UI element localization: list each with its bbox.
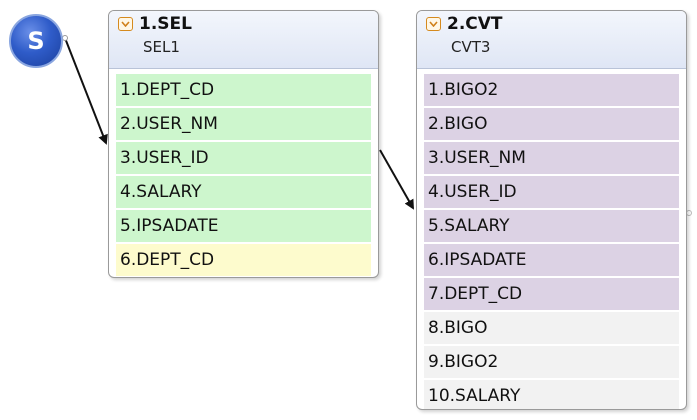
field-row[interactable]: 5.IPSADATE [116, 210, 371, 242]
field-row[interactable]: 2.BIGO [424, 108, 679, 140]
flow-canvas: S 1.SEL SEL1 1.DEPT_CD 2.USER_NM 3.USER_… [0, 0, 697, 420]
start-node[interactable]: S [9, 14, 63, 68]
connector-start-to-user-id [64, 37, 108, 145]
node-header[interactable]: 2.CVT CVT3 [417, 11, 686, 69]
connector-user-id-to-salary [379, 149, 414, 210]
field-row[interactable]: 9.BIGO2 [424, 346, 679, 378]
node-subtitle: SEL1 [143, 38, 180, 56]
node-header[interactable]: 1.SEL SEL1 [109, 11, 378, 69]
node-sel[interactable]: 1.SEL SEL1 1.DEPT_CD 2.USER_NM 3.USER_ID… [108, 10, 379, 278]
field-row[interactable]: 7.DEPT_CD [424, 278, 679, 310]
field-row[interactable]: 8.BIGO [424, 312, 679, 344]
field-row[interactable]: 6.IPSADATE [424, 244, 679, 276]
field-row[interactable]: 4.USER_ID [424, 176, 679, 208]
field-row[interactable]: 6.DEPT_CD [116, 244, 371, 276]
port-dot [686, 210, 692, 216]
node-cvt[interactable]: 2.CVT CVT3 1.BIGO2 2.BIGO 3.USER_NM 4.US… [416, 10, 687, 410]
field-row[interactable]: 1.BIGO2 [424, 74, 679, 106]
field-row[interactable]: 2.USER_NM [116, 108, 371, 140]
field-row[interactable]: 3.USER_ID [116, 142, 371, 174]
field-row[interactable]: 3.USER_NM [424, 142, 679, 174]
node-subtitle: CVT3 [451, 38, 491, 56]
chevron-down-icon[interactable] [426, 17, 441, 31]
node-title: 2.CVT [447, 14, 503, 34]
field-row[interactable]: 1.DEPT_CD [116, 74, 371, 106]
field-row[interactable]: 5.SALARY [424, 210, 679, 242]
field-list: 1.DEPT_CD 2.USER_NM 3.USER_ID 4.SALARY 5… [116, 74, 371, 277]
field-list: 1.BIGO2 2.BIGO 3.USER_NM 4.USER_ID 5.SAL… [424, 74, 679, 409]
port-dot [62, 35, 68, 41]
chevron-down-icon[interactable] [118, 17, 133, 31]
node-title: 1.SEL [139, 14, 192, 34]
field-row[interactable]: 10.SALARY [424, 380, 679, 409]
field-row[interactable]: 4.SALARY [116, 176, 371, 208]
start-node-label: S [27, 27, 45, 55]
